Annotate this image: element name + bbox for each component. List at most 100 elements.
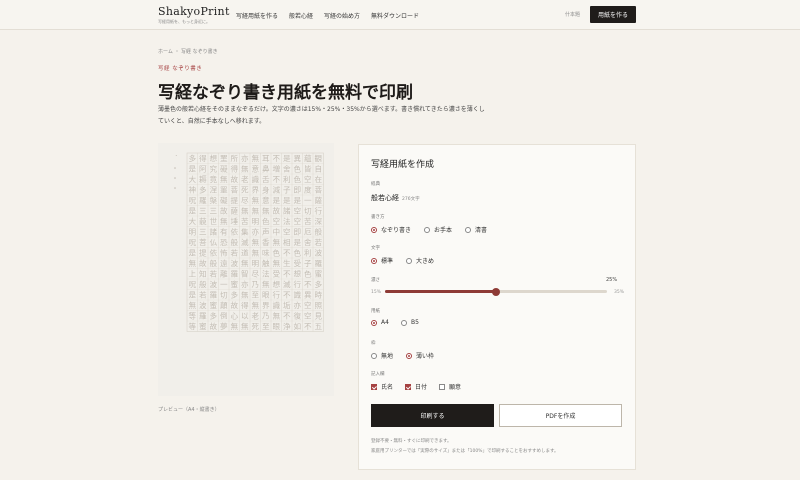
- create-pdf-button[interactable]: PDFを作成: [499, 404, 622, 427]
- preview-char: 空: [304, 174, 312, 184]
- frame-option-light[interactable]: 薄い枠: [406, 351, 434, 360]
- radio-selected-icon[interactable]: [406, 352, 412, 359]
- preview-char: 神: [188, 185, 196, 195]
- header-link[interactable]: 什本題: [565, 11, 580, 18]
- preview-char: 無: [230, 321, 238, 331]
- preview-char: 色: [262, 216, 270, 226]
- preview-char: 老: [251, 311, 259, 321]
- preview-char: 空: [304, 300, 312, 310]
- preview-margin-dot: [174, 177, 176, 179]
- preview-char: 苦: [241, 216, 249, 226]
- density-slider[interactable]: [385, 287, 607, 296]
- preview-char: 滅: [241, 237, 249, 247]
- preview-char: 耳: [262, 154, 270, 163]
- sutra-value[interactable]: 般若心経 276文字: [371, 193, 420, 203]
- nav-free-download[interactable]: 無料ダウンロード: [371, 11, 419, 20]
- preview-char: 薩: [314, 195, 322, 205]
- preview-caption: プレビュー（A4・縦書き）: [158, 407, 220, 413]
- preview-char: 味: [262, 248, 270, 258]
- preview-char: 諸: [209, 227, 217, 237]
- preview-char: 声: [262, 227, 270, 237]
- site-logo[interactable]: ShakyoPrint: [158, 5, 230, 18]
- preview-char: 意: [262, 195, 270, 205]
- breadcrumb[interactable]: ホーム ・ 写経 なぞり書き: [158, 48, 218, 55]
- preview-char: 羅: [209, 291, 217, 300]
- page-description: 薄墨色の般若心経をそのままなぞるだけ。文字の濃さは15%・25%・35%から選べ…: [158, 106, 485, 125]
- density-slider-fill: [385, 290, 496, 293]
- preview-char: 波: [314, 248, 322, 258]
- preview-char: 利: [304, 248, 312, 258]
- preview-char: 等: [188, 321, 196, 331]
- nav-make-sheet[interactable]: 写経用紙を作る: [236, 11, 278, 20]
- frame-option-plain[interactable]: 無地: [371, 351, 393, 360]
- density-value: 25%: [606, 277, 618, 283]
- density-slider-handle[interactable]: [492, 287, 500, 296]
- preview-char: 是: [188, 165, 196, 174]
- preview-char: 諸: [283, 206, 291, 216]
- nav-how-to-start[interactable]: 写経の始め方: [324, 11, 360, 20]
- preview-char: 異: [304, 291, 312, 300]
- preview-char: 礙: [220, 164, 228, 174]
- preview-char: 遠: [220, 258, 228, 268]
- radio-icon[interactable]: [406, 257, 412, 264]
- field-option-date[interactable]: 日付: [405, 382, 427, 391]
- make-sheet-button[interactable]: 用紙を作る: [590, 6, 636, 23]
- style-option-model[interactable]: お手本: [424, 225, 452, 234]
- preview-char: 無: [220, 216, 228, 226]
- preview-char: 利: [283, 174, 291, 184]
- preview-char: 無: [272, 311, 280, 321]
- preview-char: 行: [272, 290, 280, 300]
- checkbox-checked-icon[interactable]: [405, 383, 411, 390]
- checkbox-icon[interactable]: [439, 383, 445, 390]
- preview-char: 以: [241, 312, 249, 321]
- paper-option-a4[interactable]: A4: [371, 319, 389, 326]
- preview-char: 不: [283, 291, 291, 300]
- sutra-name: 般若心経: [371, 194, 399, 202]
- preview-char: 夢: [220, 321, 228, 331]
- size-option-large[interactable]: 大きめ: [406, 256, 434, 265]
- preview-char: 舍: [283, 164, 291, 174]
- radio-icon[interactable]: [465, 226, 471, 233]
- preview-char: 色: [293, 164, 301, 174]
- preview-char: 子: [304, 259, 312, 268]
- print-button[interactable]: 印刷する: [371, 404, 494, 427]
- preview-char: 無: [188, 300, 196, 310]
- preview-char: 色: [293, 174, 301, 184]
- radio-selected-icon[interactable]: [371, 226, 377, 233]
- preview-char: 仏: [209, 238, 217, 247]
- radio-selected-icon[interactable]: [371, 257, 377, 264]
- preview-char: 離: [220, 269, 228, 279]
- field-option-name[interactable]: 氏名: [371, 382, 393, 391]
- style-option-trace[interactable]: なぞり書き: [371, 225, 411, 234]
- preview-char: 在: [314, 174, 322, 184]
- preview-char: 不: [283, 249, 291, 258]
- field-option-wish[interactable]: 願意: [439, 382, 461, 391]
- radio-icon[interactable]: [424, 226, 430, 233]
- radio-icon[interactable]: [401, 319, 407, 326]
- preview-margin-dot: [174, 187, 176, 189]
- preview-char: 無: [262, 206, 270, 216]
- nav-heart-sutra[interactable]: 般若心経: [289, 11, 313, 20]
- preview-char: 無: [262, 279, 270, 289]
- preview-char: 老: [241, 174, 249, 184]
- preview-char: 法: [283, 216, 291, 226]
- preview-char: 若: [199, 290, 207, 300]
- preview-char: 舌: [262, 174, 270, 184]
- preview-char: 故: [230, 300, 238, 310]
- preview-char: 無: [272, 258, 280, 268]
- preview-margin-mark: ・: [174, 154, 179, 159]
- paper-option-b5[interactable]: B5: [401, 319, 419, 326]
- preview-char: 若: [314, 237, 322, 247]
- sutra-label: 経典: [371, 182, 380, 187]
- preview-char: 竟: [209, 174, 217, 184]
- preview-char: 無: [272, 237, 280, 247]
- preview-char: 乃: [262, 312, 270, 321]
- preview-char: 提: [230, 195, 238, 205]
- radio-icon[interactable]: [371, 352, 377, 359]
- preview-char: 集: [241, 227, 249, 237]
- size-option-standard[interactable]: 標準: [371, 256, 393, 265]
- radio-selected-icon[interactable]: [371, 319, 377, 326]
- checkbox-checked-icon[interactable]: [371, 383, 377, 390]
- style-option-clean-copy[interactable]: 清書: [465, 225, 487, 234]
- preview-char: 即: [293, 186, 301, 195]
